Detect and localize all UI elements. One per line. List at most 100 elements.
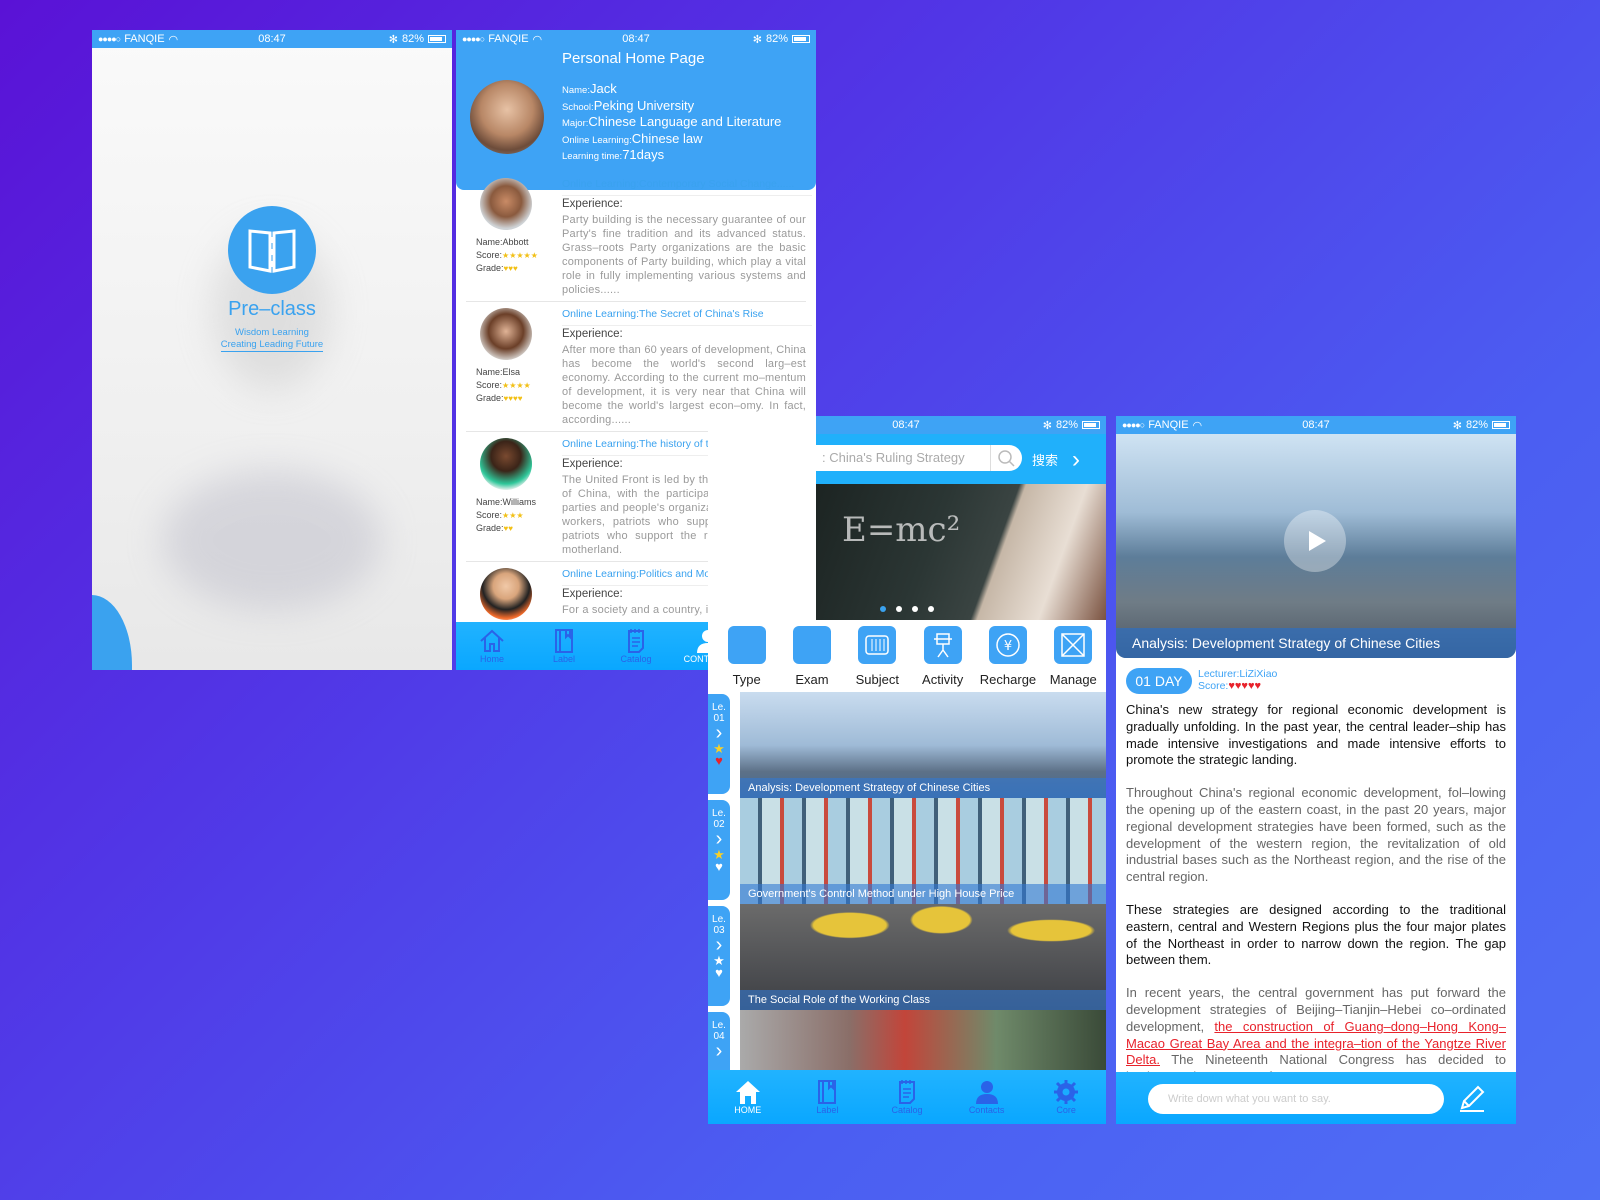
home-screen: 08:47 ✻ 82% : China's Ruling Strategy 搜索 … — [708, 416, 1106, 1124]
avatar[interactable] — [480, 178, 532, 230]
carousel-dots — [880, 606, 934, 612]
course-link[interactable]: Online Learning:Contemporary Social Chan… — [562, 178, 812, 196]
category-activity[interactable]: Activity — [911, 626, 975, 687]
tab-label[interactable]: Label — [529, 628, 599, 664]
tab-home[interactable]: HOME — [713, 1079, 783, 1115]
carousel-dot[interactable] — [912, 606, 918, 612]
avatar[interactable] — [480, 308, 532, 360]
comment-input[interactable]: Write down what you want to say. — [1148, 1084, 1444, 1114]
battery-icon — [1082, 421, 1100, 429]
category-grid: Type Exam Subject Activity ¥ Recharge Man… — [708, 626, 1106, 687]
article-paragraph: These strategies are designed according … — [1126, 901, 1506, 968]
chevron-right-icon: › — [715, 934, 723, 956]
lesson-item[interactable]: Le. 01 › ★ ♥ Analysis: Development Strategy … — [708, 692, 1106, 798]
article-paragraph: Throughout China's regional economic dev… — [1126, 785, 1506, 885]
play-button[interactable] — [1284, 510, 1346, 572]
carrier-label: FANQIE — [124, 33, 165, 45]
tab-contacts[interactable]: Contacts — [952, 1079, 1022, 1115]
lesson-list[interactable]: Le. 01 › ★ ♥ Analysis: Development Strategy … — [708, 692, 1106, 1070]
carousel-dot[interactable] — [880, 606, 886, 612]
status-bar: 08:47 ✻ 82% — [816, 416, 1106, 434]
tab-catalog[interactable]: Catalog — [601, 628, 671, 664]
wifi-icon: ◠ — [1192, 419, 1203, 432]
entry-score: Score:★★★★ — [476, 380, 531, 390]
clock: 08:47 — [1302, 419, 1330, 431]
course-link[interactable]: Online Learning:The Secret of China's Ri… — [562, 308, 812, 326]
profile-major: Major:Chinese Language and Literature — [562, 114, 782, 129]
battery-icon — [792, 35, 810, 43]
category-manage[interactable]: Manage — [1041, 626, 1105, 687]
corner-wave-decoration — [92, 595, 132, 670]
entry-grade: Grade:♥♥♥♥ — [476, 393, 523, 403]
banner-carousel[interactable]: E=mc² — [816, 484, 1106, 620]
signal-icon: ●●●●○ — [462, 34, 485, 44]
carousel-dot[interactable] — [896, 606, 902, 612]
splash-screen: ●●●●○ FANQIE ◠ 08:47 ✻ 82% Pre–class Wisd… — [92, 30, 452, 670]
carousel-dot[interactable] — [928, 606, 934, 612]
lesson-tab[interactable]: Le. 01 › ★ ♥ — [708, 694, 730, 794]
tab-core[interactable]: Core — [1031, 1079, 1101, 1115]
article-body[interactable]: China's new strategy for regional econom… — [1126, 702, 1506, 1072]
tab-catalog[interactable]: Catalog — [872, 1079, 942, 1115]
category-recharge[interactable]: ¥ Recharge — [976, 626, 1040, 687]
feed-entry[interactable]: Name:Elsa Score:★★★★ Grade:♥♥♥♥ Online Lea… — [466, 302, 812, 432]
search-input[interactable]: : China's Ruling Strategy — [816, 445, 1022, 471]
lesson-tab[interactable]: Le. 04 › — [708, 1012, 730, 1070]
person-icon — [975, 1081, 998, 1104]
tab-home[interactable]: Home — [457, 628, 527, 664]
bluetooth-icon: ✻ — [1452, 419, 1462, 432]
clock: 08:47 — [258, 33, 286, 45]
lesson-tab[interactable]: Le. 03 › ★ ♥ — [708, 906, 730, 1006]
gear-icon — [1054, 1080, 1079, 1104]
lesson-title: Government's Control Method under High H… — [740, 884, 1106, 904]
wifi-icon: ◠ — [532, 33, 543, 46]
bluetooth-icon: ✻ — [1042, 419, 1052, 432]
battery-percent: 82% — [401, 33, 424, 45]
battery-percent: 82% — [1465, 419, 1488, 431]
wifi-icon: ◠ — [168, 33, 179, 46]
heart-icon: ♥ — [715, 965, 723, 980]
page-title: Personal Home Page — [562, 50, 705, 67]
feed-entry[interactable]: Name:Abbott Score:★★★★★ Grade:♥♥♥ Online L… — [466, 172, 812, 302]
battery-percent: 82% — [1055, 419, 1078, 431]
app-logo — [228, 206, 316, 294]
experience-text: After more than 60 years of development,… — [562, 344, 806, 426]
carrier-label: FANQIE — [488, 33, 529, 45]
tab-label[interactable]: Label — [792, 1079, 862, 1115]
type-icon — [727, 626, 766, 664]
avatar[interactable] — [480, 438, 532, 490]
chevron-right-icon: › — [715, 722, 723, 744]
lesson-item[interactable]: Le. 02 › ★ ♥ Government's Control Method und… — [708, 798, 1106, 904]
battery-icon — [1492, 421, 1510, 429]
entry-grade: Grade:♥♥ — [476, 523, 514, 533]
lesson-item[interactable]: Le. 03 › ★ ♥ The Social Role of the Working … — [708, 904, 1106, 1010]
bookmark-book-icon — [555, 629, 573, 653]
search-icon[interactable] — [990, 445, 1020, 471]
star-rating-icon: ★★★★★ — [502, 251, 538, 260]
lecturer-info: Lecturer:LiZiXiao Score:♥♥♥♥♥ — [1198, 668, 1277, 692]
category-type[interactable]: Type — [715, 626, 779, 687]
profile-online-learning: Online Learning:Chinese law — [562, 130, 703, 146]
comment-bar: Write down what you want to say. — [1116, 1072, 1516, 1124]
notepad-icon — [628, 629, 644, 653]
category-subject[interactable]: Subject — [845, 626, 909, 687]
clock: 08:47 — [622, 33, 650, 45]
signal-icon: ●●●●○ — [1122, 420, 1145, 430]
app-name: Pre–class — [228, 298, 316, 320]
search-button[interactable]: 搜索 — [1032, 450, 1058, 469]
video-player[interactable]: Analysis: Development Strategy of Chines… — [1116, 434, 1516, 658]
category-exam[interactable]: Exam — [780, 626, 844, 687]
tagline-2: Creating Leading Future — [220, 339, 324, 352]
article-paragraph: In recent years, the central government … — [1126, 985, 1506, 1072]
profile-school: School:Peking University — [562, 97, 695, 113]
lesson-item[interactable]: Le. 04 › — [708, 1010, 1106, 1070]
avatar[interactable] — [480, 568, 532, 620]
user-avatar[interactable] — [470, 80, 544, 154]
entry-score: Score:★★★ — [476, 510, 524, 520]
lesson-tab[interactable]: Le. 02 › ★ ♥ — [708, 800, 730, 900]
pencil-icon[interactable] — [1456, 1082, 1488, 1114]
heart-rating-icon: ♥♥♥♥♥ — [1228, 680, 1262, 692]
home-icon — [480, 629, 504, 652]
chevron-right-icon[interactable]: › — [1072, 446, 1080, 474]
svg-text:¥: ¥ — [1004, 639, 1012, 654]
